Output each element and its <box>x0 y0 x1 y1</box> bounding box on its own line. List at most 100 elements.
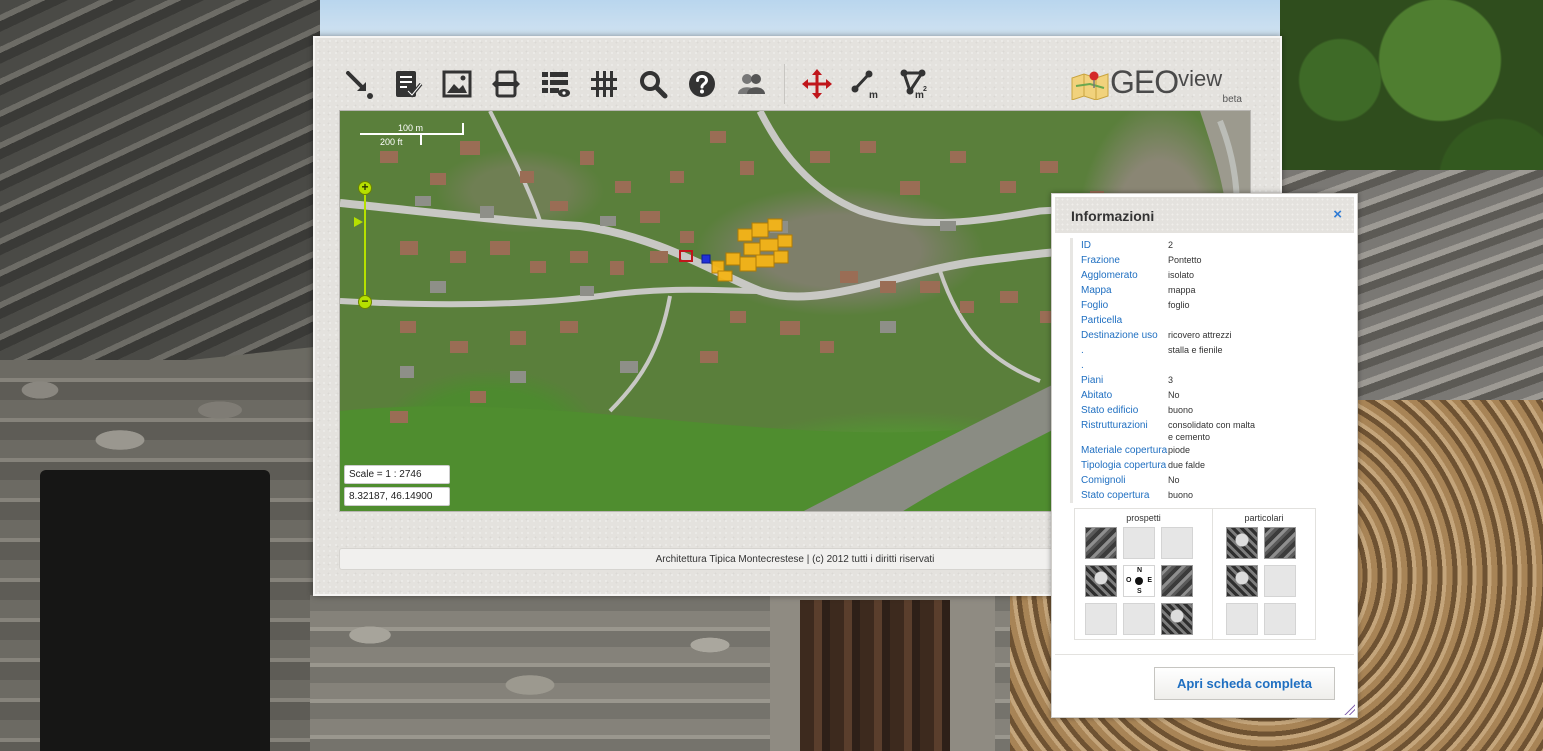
grid-tool[interactable] <box>584 64 624 104</box>
scale-readout: Scale = 1 : 2746 <box>344 465 450 484</box>
attribute-key: Frazione <box>1081 255 1120 266</box>
info-dialog: Informazioni × ID 2 Frazione Pontetto Agglom… <box>1051 193 1358 718</box>
thumbnail-empty <box>1123 527 1155 559</box>
resize-grip-icon[interactable] <box>1343 703 1355 715</box>
attribute-value: Pontetto <box>1168 255 1202 265</box>
toolbar-separator <box>784 64 785 104</box>
pan-tool[interactable] <box>797 64 837 104</box>
attribute-key: . <box>1081 360 1084 371</box>
prospetti-thumbnails: N O E S <box>1085 527 1212 635</box>
attribute-value: isolato <box>1168 270 1195 280</box>
zoom-slider: + − <box>354 181 372 309</box>
photo-gallery: prospetti N O E S particolari <box>1074 508 1316 640</box>
thumbnail[interactable] <box>1085 527 1117 559</box>
map-pin-logo-icon <box>1071 71 1109 100</box>
help-tool[interactable] <box>682 64 722 104</box>
scalebar-imperial-label: 200 ft <box>380 137 403 147</box>
toolbar: m m 2 <box>339 64 944 104</box>
search-icon <box>640 71 668 99</box>
close-icon[interactable]: × <box>1333 207 1342 223</box>
attribute-value: 2 <box>1168 240 1174 250</box>
attribute-value: buono <box>1168 490 1194 500</box>
attribute-row: Particella <box>1073 313 1350 328</box>
attribute-key: Destinazione uso <box>1081 330 1158 341</box>
logo-brand: GEO <box>1110 64 1179 100</box>
attribute-row: Stato copertura buono <box>1073 488 1350 503</box>
select-point-tool[interactable] <box>339 64 379 104</box>
zoom-rail[interactable] <box>364 187 366 303</box>
attribute-value: piode <box>1168 445 1191 455</box>
image-tool[interactable] <box>437 64 477 104</box>
geoview-logo: GEOview beta <box>1070 64 1242 108</box>
checklist-tool[interactable] <box>388 64 428 104</box>
search-tool[interactable] <box>633 64 673 104</box>
attribute-list: ID 2 Frazione Pontetto Agglomerato isolato Map… <box>1070 238 1350 503</box>
attribute-key: . <box>1081 345 1084 356</box>
attribute-key: Foglio <box>1081 300 1109 311</box>
attribute-value: consolidato con malta e cemento <box>1168 420 1256 442</box>
attribute-key: Agglomerato <box>1081 270 1138 281</box>
arrow-point-icon <box>346 71 373 99</box>
gallery-prospetti-title: prospetti <box>1126 513 1161 523</box>
compass-center <box>1135 577 1143 585</box>
attribute-row: Comignoli No <box>1073 473 1350 488</box>
info-divider <box>1055 654 1354 655</box>
thumbnail[interactable] <box>1226 565 1258 597</box>
background-roof-left <box>0 0 320 381</box>
thumbnail-empty <box>1226 603 1258 635</box>
thumbnail[interactable] <box>1085 565 1117 597</box>
compass-east: E <box>1147 577 1152 584</box>
info-dialog-header[interactable]: Informazioni × <box>1055 197 1354 233</box>
layers-list-tool[interactable] <box>535 64 575 104</box>
attribute-value <box>1168 313 1258 328</box>
attribute-value: stalla e fienile <box>1168 345 1223 355</box>
thumbnail[interactable] <box>1161 565 1193 597</box>
zoom-out-button[interactable]: − <box>358 295 372 309</box>
zoom-in-button[interactable]: + <box>358 181 372 195</box>
particolari-thumbnails <box>1226 527 1315 635</box>
thumbnail-empty <box>1264 565 1296 597</box>
measure-line-icon: m <box>851 70 878 99</box>
attribute-row: Destinazione uso ricovero attrezzi <box>1073 328 1350 343</box>
measure-distance-tool[interactable]: m <box>846 64 886 104</box>
checklist-icon <box>396 71 423 98</box>
thumbnail-empty <box>1161 527 1193 559</box>
attribute-key: Ristrutturazioni <box>1081 420 1148 431</box>
attribute-value: mappa <box>1168 285 1196 295</box>
attribute-key: Tipologia copertura <box>1081 460 1167 471</box>
compass-west: O <box>1126 577 1132 584</box>
attribute-row: Ristrutturazioni consolidato con malta e … <box>1073 418 1350 443</box>
fullscreen-tool[interactable] <box>486 64 526 104</box>
attribute-key: Mappa <box>1081 285 1112 296</box>
move-arrows-icon <box>802 69 832 99</box>
attribute-value: ricovero attrezzi <box>1168 330 1232 340</box>
expand-icon <box>492 70 520 98</box>
measure-distance-unit: m <box>869 90 878 99</box>
scalebar-metric-label: 100 m <box>398 123 424 133</box>
coordinates-readout: 8.32187, 46.14900 <box>344 487 450 506</box>
zoom-handle[interactable] <box>354 217 363 227</box>
logo-brand-suffix: view <box>1178 66 1223 91</box>
background-window <box>40 470 270 751</box>
attribute-value: No <box>1168 390 1180 400</box>
open-full-record-button[interactable]: Apri scheda completa <box>1154 667 1335 700</box>
measure-area-tool[interactable]: m 2 <box>895 64 935 104</box>
gallery-particolari-title: particolari <box>1244 513 1284 523</box>
compass-south: S <box>1137 588 1142 595</box>
attribute-key: ID <box>1081 240 1091 251</box>
thumbnail[interactable] <box>1226 527 1258 559</box>
thumbnail[interactable] <box>1264 527 1296 559</box>
attribute-value: due falde <box>1168 460 1206 470</box>
attribute-row: Materiale copertura piode <box>1073 443 1350 458</box>
compass-north: N <box>1137 567 1143 574</box>
thumbnail-empty <box>1123 603 1155 635</box>
attribute-row: Agglomerato isolato <box>1073 268 1350 283</box>
attribute-row: Tipologia copertura due falde <box>1073 458 1350 473</box>
users-tool[interactable] <box>731 64 771 104</box>
attribute-value: 3 <box>1168 375 1174 385</box>
attribute-row: Mappa mappa <box>1073 283 1350 298</box>
thumbnail[interactable] <box>1161 603 1193 635</box>
attribute-key: Piani <box>1081 375 1104 386</box>
background-door <box>800 600 950 751</box>
attribute-row: . <box>1073 358 1350 373</box>
